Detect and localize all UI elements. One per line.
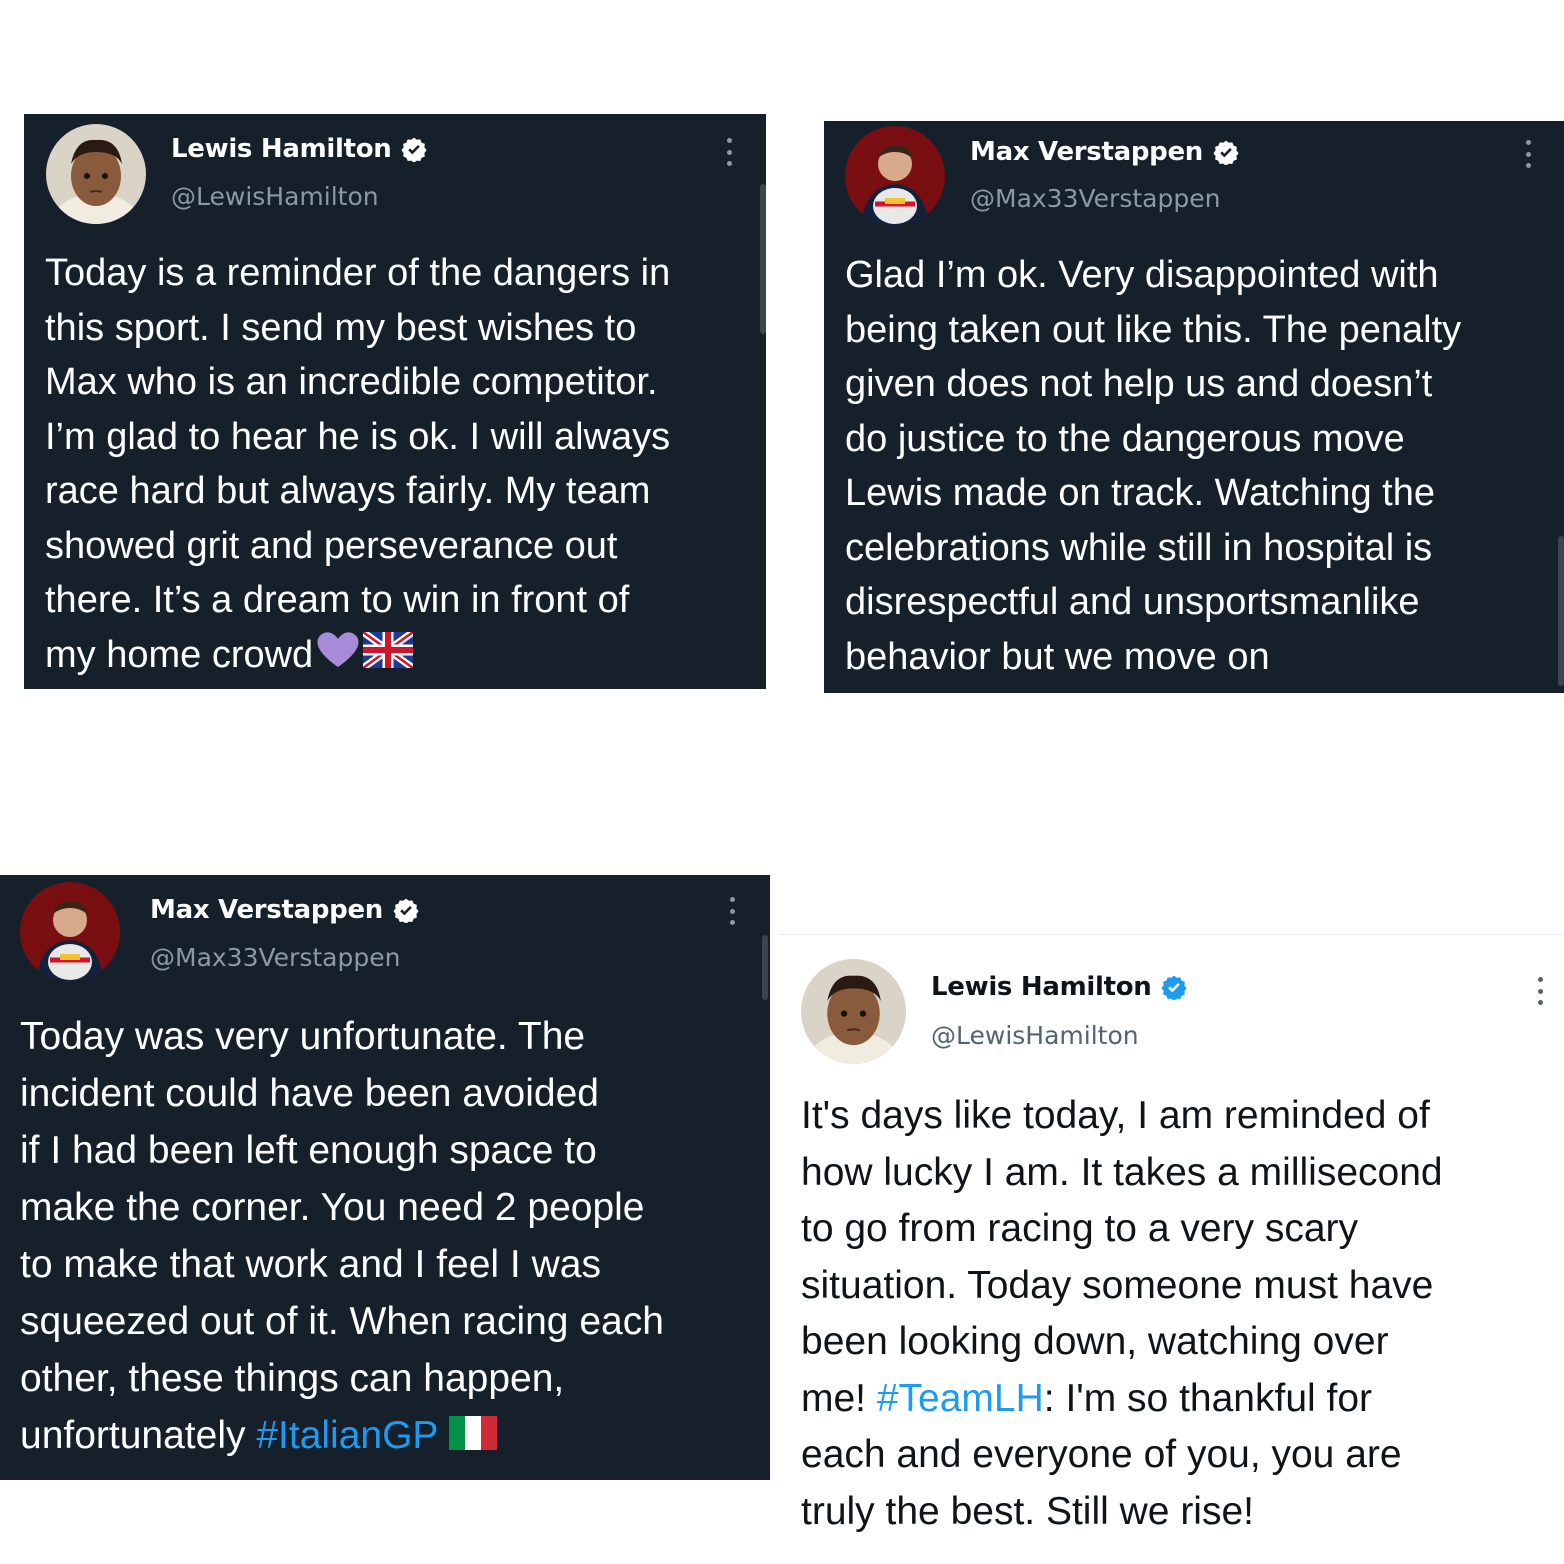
- tweet-text: Today is a reminder of the dangers in th…: [45, 246, 763, 684]
- lewis-avatar[interactable]: [801, 959, 906, 1064]
- scrollbar[interactable]: [762, 935, 768, 1000]
- scrollbar[interactable]: [1558, 536, 1564, 686]
- verified-badge-icon: [1161, 974, 1188, 1000]
- more-options-icon[interactable]: [725, 138, 733, 166]
- max-avatar[interactable]: [845, 126, 945, 226]
- more-options-icon[interactable]: [1536, 977, 1544, 1005]
- more-options-icon[interactable]: [1524, 140, 1532, 168]
- more-options-icon[interactable]: [728, 897, 736, 925]
- tweet-text: Today was very unfortunate. The incident…: [20, 1008, 765, 1466]
- tweet-text: It's days like today, I am reminded of h…: [801, 1088, 1561, 1540]
- author-handle[interactable]: @Max33Verstappen: [970, 184, 1220, 213]
- tweet-card-max-1[interactable]: Max Verstappen @Max33Verstappen Glad I’m…: [824, 121, 1564, 693]
- tweet-text-content: Today was very unfortunate. The incident…: [20, 1015, 664, 1457]
- author-handle[interactable]: @Max33Verstappen: [150, 943, 400, 972]
- hashtag-link[interactable]: #ItalianGP: [256, 1414, 437, 1457]
- max-avatar[interactable]: [20, 882, 120, 982]
- tweet-text-content: Today is a reminder of the dangers in th…: [45, 252, 671, 676]
- italy-flag-icon: [448, 1409, 497, 1466]
- author-handle[interactable]: @LewisHamilton: [171, 182, 379, 211]
- author-name[interactable]: Max Verstappen: [150, 895, 383, 925]
- verified-badge-icon: [393, 897, 419, 923]
- purple-heart-icon: [313, 629, 363, 685]
- tweet-card-lewis-1[interactable]: Lewis Hamilton @LewisHamilton Today is a…: [24, 114, 766, 689]
- tweet-card-lewis-2[interactable]: Lewis Hamilton @LewisHamilton It's days …: [780, 934, 1564, 1564]
- tweet-card-max-2[interactable]: Max Verstappen @Max33Verstappen Today wa…: [0, 875, 770, 1480]
- uk-flag-icon: [361, 629, 416, 684]
- author-name[interactable]: Max Verstappen: [970, 137, 1203, 167]
- tweet-text-before: It's days like today, I am reminded of h…: [801, 1094, 1443, 1420]
- hashtag-link[interactable]: #TeamLH: [877, 1377, 1044, 1420]
- author-name[interactable]: Lewis Hamilton: [931, 972, 1152, 1002]
- author-handle[interactable]: @LewisHamilton: [931, 1021, 1139, 1050]
- verified-badge-icon: [1213, 139, 1239, 165]
- verified-badge-icon: [401, 136, 428, 162]
- lewis-avatar[interactable]: [46, 124, 146, 224]
- author-name[interactable]: Lewis Hamilton: [171, 134, 392, 164]
- tweet-text: Glad I’m ok. Very disappointed with bein…: [845, 254, 1462, 678]
